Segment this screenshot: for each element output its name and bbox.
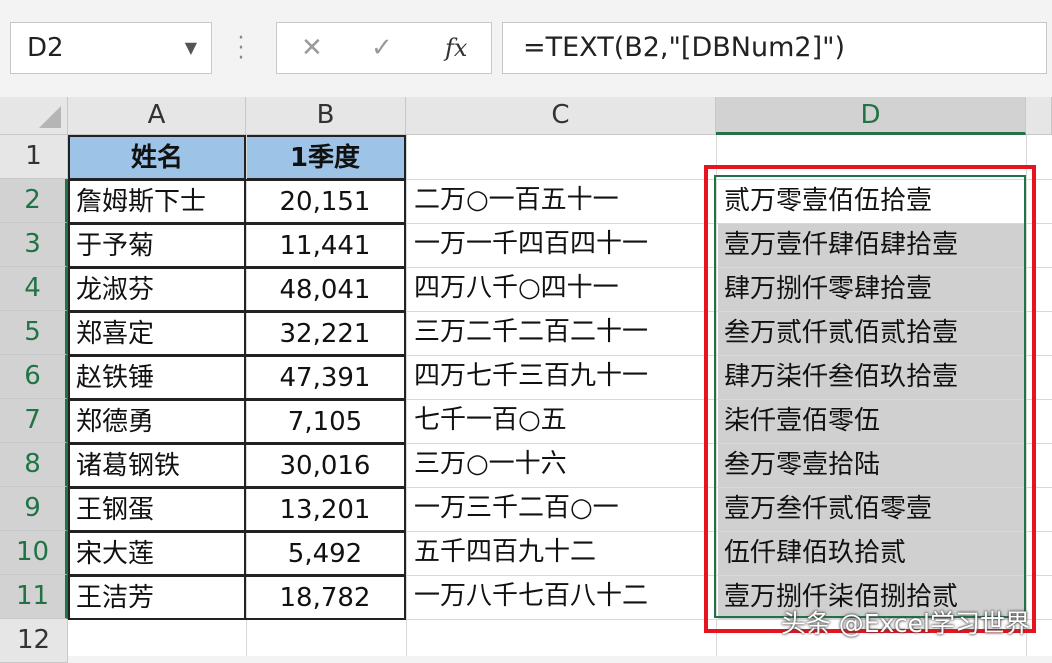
row-header-7[interactable]: 7 — [0, 399, 68, 443]
formula-bar-area: D2 ▼ · · · ✕ ✓ fx =TEXT(B2,"[DBNum2]") — [0, 0, 1052, 97]
cell-name[interactable]: 赵铁锤 — [68, 355, 246, 400]
cell-q1[interactable]: 48,041 — [244, 267, 406, 312]
column-header-b[interactable]: B — [246, 97, 406, 135]
column-header-a[interactable]: A — [68, 97, 246, 135]
cell-lower-chinese[interactable]: 一万八千七百八十二 — [410, 575, 716, 618]
check-icon[interactable]: ✓ — [371, 23, 393, 73]
cell-name[interactable]: 诸葛钢铁 — [68, 443, 246, 488]
row-header-8[interactable]: 8 — [0, 443, 68, 487]
column-header-c[interactable]: C — [406, 97, 716, 135]
cell-lower-chinese[interactable]: 一万三千二百○一 — [410, 487, 716, 530]
cell-q1[interactable]: 11,441 — [244, 223, 406, 268]
cell-lower-chinese[interactable]: 五千四百九十二 — [410, 531, 716, 574]
row-header-4[interactable]: 4 — [0, 267, 68, 311]
cell-lower-chinese[interactable]: 三万○一十六 — [410, 443, 716, 486]
highlight-box — [704, 165, 1036, 633]
column-header-e[interactable] — [1026, 97, 1052, 135]
cell-q1[interactable]: 20,151 — [244, 179, 406, 224]
cell-q1[interactable]: 18,782 — [244, 575, 406, 620]
cell-name[interactable]: 郑喜定 — [68, 311, 246, 356]
cell-q1[interactable]: 13,201 — [244, 487, 406, 532]
formula-buttons: ✕ ✓ fx — [276, 22, 492, 74]
cell-lower-chinese[interactable]: 一万一千四百四十一 — [410, 223, 716, 266]
gridline — [406, 135, 407, 656]
cell-lower-chinese[interactable]: 四万八千○四十一 — [410, 267, 716, 310]
cell-lower-chinese[interactable]: 三万二千二百二十一 — [410, 311, 716, 354]
header-cell-name[interactable]: 姓名 — [68, 135, 246, 180]
cell-name[interactable]: 王洁芳 — [68, 575, 246, 620]
row-header-6[interactable]: 6 — [0, 355, 68, 399]
cell-q1[interactable]: 7,105 — [244, 399, 406, 444]
cell-name[interactable]: 王钢蛋 — [68, 487, 246, 532]
row-header-10[interactable]: 10 — [0, 531, 68, 575]
cell-q1[interactable]: 30,016 — [244, 443, 406, 488]
row-header-5[interactable]: 5 — [0, 311, 68, 355]
fx-icon[interactable]: fx — [445, 23, 467, 73]
more-vertical-icon[interactable]: · · · — [236, 28, 246, 70]
name-box[interactable]: D2 ▼ — [10, 22, 212, 74]
cell-name[interactable]: 郑德勇 — [68, 399, 246, 444]
cell-q1[interactable]: 47,391 — [244, 355, 406, 400]
column-header-d[interactable]: D — [716, 97, 1026, 135]
cell-name[interactable]: 于予菊 — [68, 223, 246, 268]
cell-q1[interactable]: 32,221 — [244, 311, 406, 356]
chevron-down-icon[interactable]: ▼ — [185, 23, 197, 73]
watermark-text: 头条 @Excel学习世界 — [780, 609, 1030, 638]
select-all-corner[interactable] — [0, 97, 68, 135]
row-header-1[interactable]: 1 — [0, 135, 68, 179]
cancel-icon[interactable]: ✕ — [301, 23, 323, 73]
formula-input[interactable]: =TEXT(B2,"[DBNum2]") — [502, 22, 1047, 74]
row-header-12[interactable]: 12 — [0, 619, 68, 663]
cell-lower-chinese[interactable]: 七千一百○五 — [410, 399, 716, 442]
cell-name[interactable]: 龙淑芬 — [68, 267, 246, 312]
row-header-9[interactable]: 9 — [0, 487, 68, 531]
cell-grid[interactable]: 姓名 1季度 詹姆斯下士 20,151 二万○一百五十一 贰万零壹佰伍拾壹 于予菊 11,… — [68, 135, 1052, 656]
cell-lower-chinese[interactable]: 四万七千三百九十一 — [410, 355, 716, 398]
row-header-11[interactable]: 11 — [0, 575, 68, 619]
cell-lower-chinese[interactable]: 二万○一百五十一 — [410, 179, 716, 222]
row-header-3[interactable]: 3 — [0, 223, 68, 267]
row-header-2[interactable]: 2 — [0, 179, 68, 223]
cell-q1[interactable]: 5,492 — [244, 531, 406, 576]
name-box-value: D2 — [27, 33, 64, 63]
cell-name[interactable]: 宋大莲 — [68, 531, 246, 576]
cell-name[interactable]: 詹姆斯下士 — [68, 179, 246, 224]
header-cell-q1[interactable]: 1季度 — [244, 135, 406, 180]
